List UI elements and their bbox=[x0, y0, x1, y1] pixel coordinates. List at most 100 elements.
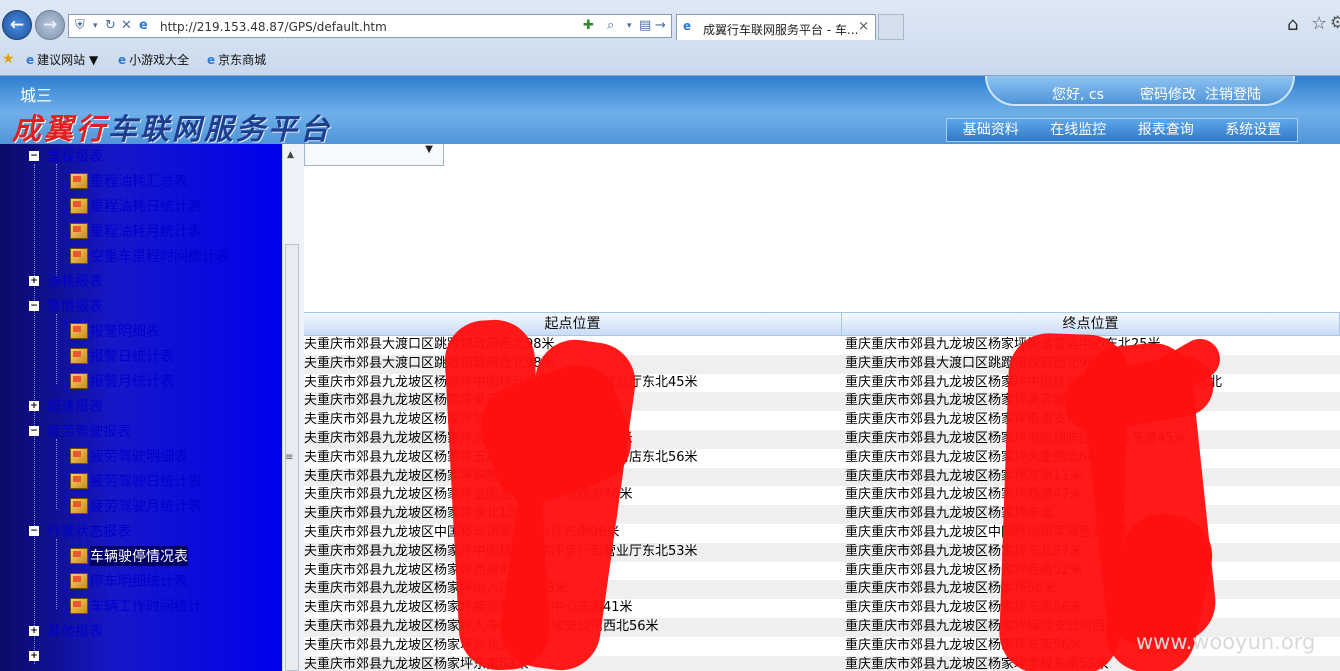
sidebar-item-label: 报警明细表 bbox=[90, 324, 160, 340]
browser-toolbar: ← → ⛨ ▾ ↻ ✕ e http://219.153.48.87/GPS/d… bbox=[0, 0, 1340, 76]
sidebar-category[interactable]: − 疲劳驾驶报表 bbox=[29, 421, 131, 441]
app-title: 成翼行车联网服务平台 bbox=[12, 112, 333, 146]
sidebar-category-label: 油耗报表 bbox=[47, 274, 103, 290]
menu-basic-data[interactable]: 基础资料 bbox=[947, 119, 1035, 141]
sidebar-category[interactable]: + 超速报表 bbox=[29, 396, 103, 416]
url-text[interactable]: http://219.153.48.87/GPS/default.htm bbox=[160, 20, 387, 34]
sidebar-item[interactable]: 疲劳驾驶明细表 bbox=[70, 446, 188, 466]
menu-report-query[interactable]: 报表查询 bbox=[1122, 119, 1210, 141]
ie-icon: e bbox=[118, 52, 127, 67]
page-icon[interactable]: ▤ bbox=[639, 18, 651, 33]
menu-online-monitor[interactable]: 在线监控 bbox=[1035, 119, 1123, 141]
collapse-icon[interactable]: − bbox=[29, 301, 39, 311]
sidebar-item-label: 疲劳驾驶日统计表 bbox=[90, 474, 202, 490]
sidebar-scrollbar[interactable]: ▲ ≡ bbox=[282, 144, 304, 671]
compat-icon[interactable]: ✚ bbox=[583, 18, 594, 33]
favorites-bar: ★ e 建议网站 ▼ e 小游戏大全 e 京东商城 bbox=[0, 48, 1340, 72]
sidebar-item[interactable]: 空重车里程时间统计表 bbox=[70, 246, 230, 266]
favorites-star-icon[interactable]: ★ bbox=[2, 51, 15, 67]
scroll-up-arrow-icon[interactable]: ▲ bbox=[287, 150, 294, 160]
ie-icon: e bbox=[26, 52, 35, 67]
gear-icon[interactable]: ⚙ bbox=[1330, 13, 1340, 33]
sidebar-item[interactable]: 报警明细表 bbox=[70, 321, 160, 341]
report-icon bbox=[70, 598, 88, 614]
new-tab-button[interactable] bbox=[878, 14, 904, 40]
star-icon[interactable]: ☆ bbox=[1311, 13, 1327, 34]
sidebar-item-label: 里程油耗日统计表 bbox=[90, 199, 202, 215]
collapse-icon[interactable]: − bbox=[29, 426, 39, 436]
report-icon bbox=[70, 248, 88, 264]
ie-icon: e bbox=[139, 18, 148, 33]
menu-system-settings[interactable]: 系统设置 bbox=[1210, 119, 1298, 141]
expand-icon[interactable]: + bbox=[29, 276, 39, 286]
filter-select[interactable]: ▼ bbox=[304, 144, 444, 166]
ie-icon: e bbox=[207, 52, 216, 67]
sidebar-category[interactable]: + 油耗报表 bbox=[29, 271, 103, 291]
report-icon bbox=[70, 498, 88, 514]
watermark: www.wooyun.org bbox=[1136, 630, 1316, 654]
tree-connector bbox=[56, 314, 57, 384]
sidebar-category[interactable]: + 其他报表 bbox=[29, 621, 103, 641]
sidebar-category-label: 疲劳驾驶报表 bbox=[47, 424, 131, 440]
sidebar-category[interactable]: − 里程报表 bbox=[29, 146, 103, 166]
tree-connector bbox=[56, 539, 57, 609]
sidebar-item[interactable]: 报警月统计表 bbox=[70, 371, 174, 391]
report-icon bbox=[70, 348, 88, 364]
back-arrow-icon[interactable]: ← bbox=[2, 10, 32, 40]
browser-tab[interactable]: e 成翼行车联网服务平台 - 车... × bbox=[676, 14, 876, 40]
chevron-down-icon[interactable]: ▾ bbox=[627, 21, 632, 31]
expand-icon[interactable]: + bbox=[29, 401, 39, 411]
org-name: 城三 bbox=[20, 86, 53, 105]
sidebar-category[interactable]: + bbox=[29, 646, 47, 666]
expand-icon[interactable]: + bbox=[29, 626, 39, 636]
collapse-icon[interactable]: − bbox=[29, 526, 39, 536]
sidebar-item-label: 停车明细统计表 bbox=[90, 574, 188, 590]
sidebar-item[interactable]: 停车明细统计表 bbox=[70, 571, 188, 591]
sidebar-item-label: 报警月统计表 bbox=[90, 374, 174, 390]
column-end-location[interactable]: 终点位置 bbox=[842, 313, 1340, 335]
chevron-down-icon[interactable]: ▼ bbox=[425, 144, 433, 155]
refresh-icon[interactable]: ↻ bbox=[105, 18, 116, 33]
sidebar-item[interactable]: 里程油耗日统计表 bbox=[70, 196, 202, 216]
forward-arrow-icon[interactable]: → bbox=[35, 10, 65, 40]
sidebar-item[interactable]: 里程油耗汇总表 bbox=[70, 171, 188, 191]
password-change-link[interactable]: 密码修改 bbox=[1140, 84, 1196, 104]
sidebar-item[interactable]: 疲劳驾驶月统计表 bbox=[70, 496, 202, 516]
logout-link[interactable]: 注销登陆 bbox=[1205, 84, 1261, 104]
favorite-link[interactable]: e 京东商城 bbox=[207, 51, 266, 68]
tab-title: 成翼行车联网服务平台 - 车... bbox=[703, 23, 859, 37]
close-icon[interactable]: × bbox=[858, 19, 869, 34]
sidebar-category-label: 超速报表 bbox=[47, 399, 103, 415]
favorite-link[interactable]: e 小游戏大全 bbox=[118, 51, 189, 68]
collapse-icon[interactable]: − bbox=[29, 151, 39, 161]
report-icon bbox=[70, 373, 88, 389]
sidebar-category[interactable]: − 行驶状态报表 bbox=[29, 521, 131, 541]
chevron-down-icon[interactable]: ▾ bbox=[93, 21, 98, 31]
sidebar-category-label: 行驶状态报表 bbox=[47, 524, 131, 540]
close-icon[interactable]: ✕ bbox=[121, 18, 132, 33]
report-icon bbox=[70, 173, 88, 189]
sidebar-category-label: 警情报表 bbox=[47, 299, 103, 315]
sidebar-item[interactable]: 报警日统计表 bbox=[70, 346, 174, 366]
favorite-link[interactable]: e 建议网站 ▼ bbox=[26, 51, 98, 68]
sidebar-item-label: 里程油耗汇总表 bbox=[90, 174, 188, 190]
report-icon bbox=[70, 223, 88, 239]
sidebar-item-label: 车辆工作时间统计 bbox=[90, 599, 202, 615]
sidebar-item[interactable]: 车辆工作时间统计 bbox=[70, 596, 202, 616]
splitter-handle-icon[interactable]: ≡ bbox=[285, 452, 293, 463]
sidebar-category[interactable]: − 警情报表 bbox=[29, 296, 103, 316]
go-arrow-icon[interactable]: → bbox=[655, 18, 666, 33]
column-start-location[interactable]: 起点位置 bbox=[304, 313, 842, 335]
sidebar-item[interactable]: 车辆驶停情况表 bbox=[70, 546, 188, 566]
sidebar-item-label: 疲劳驾驶明细表 bbox=[90, 449, 188, 465]
main-content: ▼ 起点位置 终点位置 夫重庆市郊县大渡口区跳蹬镇政府西北98米 重庆重庆市郊县九… bbox=[304, 144, 1340, 671]
sidebar-item[interactable]: 里程油耗月统计表 bbox=[70, 221, 202, 241]
home-icon[interactable]: ⌂ bbox=[1287, 14, 1298, 35]
address-bar[interactable]: ⛨ ▾ ↻ ✕ e http://219.153.48.87/GPS/defau… bbox=[68, 14, 672, 38]
expand-icon[interactable]: + bbox=[29, 651, 39, 661]
search-icon[interactable]: ⌕ bbox=[607, 18, 614, 33]
tree-connector bbox=[56, 439, 57, 509]
sidebar-item[interactable]: 疲劳驾驶日统计表 bbox=[70, 471, 202, 491]
report-icon bbox=[70, 448, 88, 464]
sidebar-category-label: 其他报表 bbox=[47, 624, 103, 640]
